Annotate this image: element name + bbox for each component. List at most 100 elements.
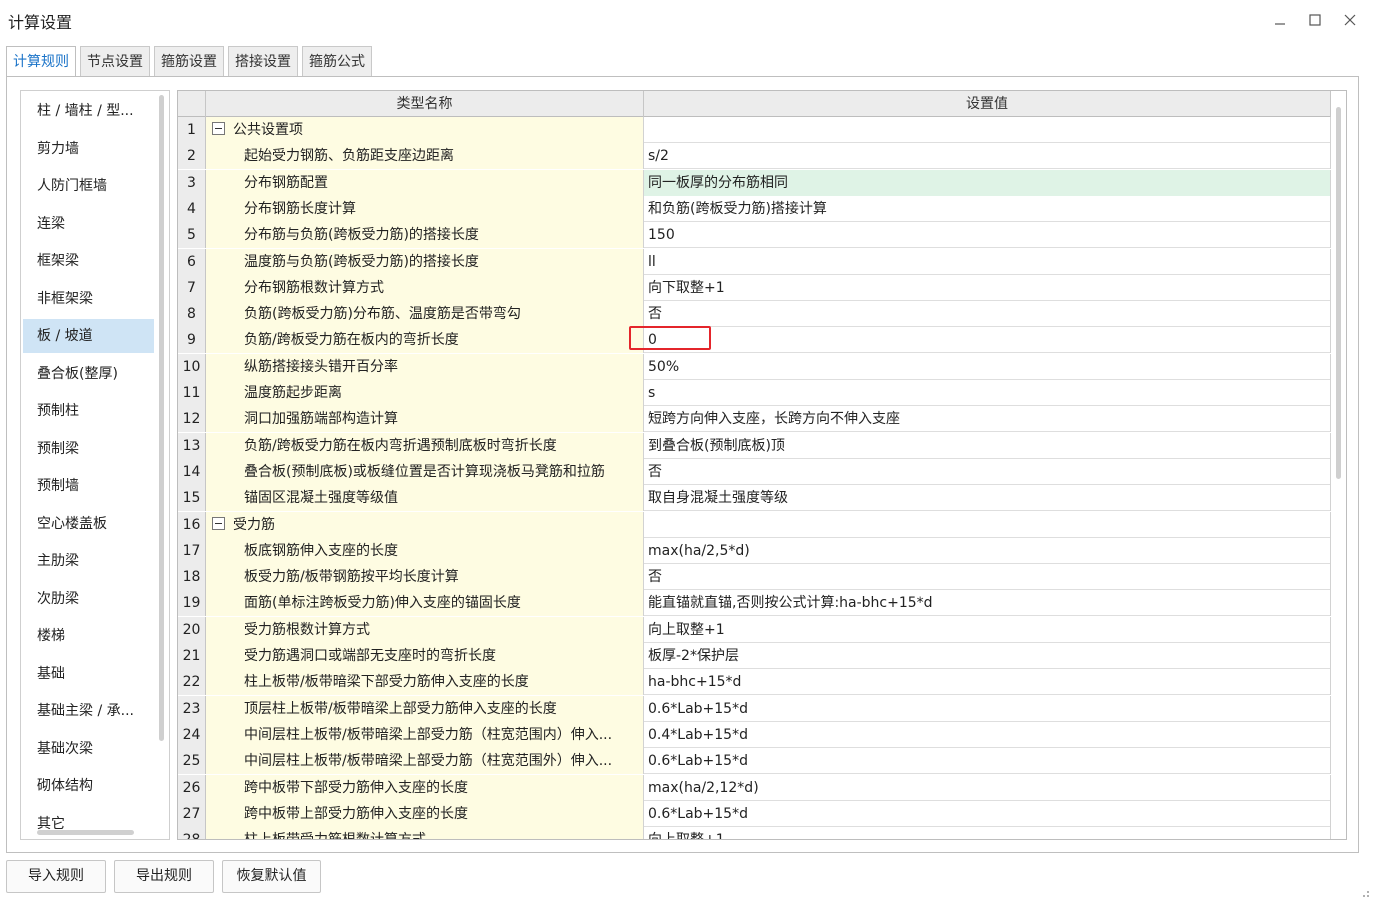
setting-value-cell[interactable]: max(ha/2,5*d) xyxy=(644,537,1331,564)
sidebar-item[interactable]: 楼梯 xyxy=(23,619,154,653)
sidebar-item[interactable]: 柱 / 墙柱 / 型... xyxy=(23,94,154,128)
sidebar-item[interactable]: 预制梁 xyxy=(23,432,154,466)
table-row[interactable]: 10 纵筋搭接接头错开百分率 50% xyxy=(178,353,1331,380)
type-name-text: 面筋(单标注跨板受力筋)伸入支座的锚固长度 xyxy=(244,595,521,612)
table-row[interactable]: 15 锚固区混凝土强度等级值 取自身混凝土强度等级 xyxy=(178,485,1331,512)
setting-value-cell[interactable]: s/2 xyxy=(644,143,1331,170)
table-row[interactable]: 17 板底钢筋伸入支座的长度 max(ha/2,5*d) xyxy=(178,537,1331,564)
sidebar-item[interactable]: 空心楼盖板 xyxy=(23,507,154,541)
table-row[interactable]: 4 分布钢筋长度计算 和负筋(跨板受力筋)搭接计算 xyxy=(178,195,1331,222)
row-number: 20 xyxy=(178,616,206,643)
resize-grip-icon[interactable] xyxy=(1358,886,1370,898)
table-row[interactable]: 5 分布筋与负筋(跨板受力筋)的搭接长度 150 xyxy=(178,222,1331,249)
sidebar-item[interactable]: 人防门框墙 xyxy=(23,169,154,203)
setting-value-cell[interactable]: s xyxy=(644,380,1331,406)
setting-value-cell[interactable]: 0.6*Lab+15*d xyxy=(644,695,1331,722)
table-row[interactable]: 18 板受力筋/板带钢筋按平均长度计算 否 xyxy=(178,564,1331,591)
grid-vertical-scrollbar[interactable] xyxy=(1336,107,1341,479)
setting-value-cell[interactable]: 同一板厚的分布筋相同 xyxy=(644,169,1331,196)
setting-value-cell[interactable]: ha-bhc+15*d xyxy=(644,669,1331,696)
component-list-vertical-scrollbar[interactable] xyxy=(159,95,164,741)
setting-value-cell[interactable]: 0.6*Lab+15*d xyxy=(644,748,1331,775)
setting-value-cell[interactable]: max(ha/2,12*d) xyxy=(644,774,1331,801)
row-number: 27 xyxy=(178,800,206,827)
sidebar-item[interactable]: 基础 xyxy=(23,657,154,691)
setting-value-cell[interactable]: 向上取整+1 xyxy=(644,827,1331,839)
sidebar-item[interactable]: 非框架梁 xyxy=(23,282,154,316)
group-row[interactable]: 1 公共设置项 xyxy=(178,117,1331,143)
sidebar-item[interactable]: 基础主梁 / 承... xyxy=(23,694,154,728)
setting-value-cell[interactable]: 取自身混凝土强度等级 xyxy=(644,485,1331,512)
sidebar-item[interactable]: 基础次梁 xyxy=(23,732,154,766)
table-row[interactable]: 2 起始受力钢筋、负筋距支座边距离 s/2 xyxy=(178,143,1331,170)
collapse-toggle-icon[interactable] xyxy=(212,516,225,530)
sidebar-item[interactable]: 预制柱 xyxy=(23,394,154,428)
setting-value-cell[interactable]: 能直锚就直锚,否则按公式计算:ha-bhc+15*d xyxy=(644,590,1331,617)
export-rules-button[interactable]: 导出规则 xyxy=(114,860,214,893)
table-row[interactable]: 22 柱上板带/板带暗梁下部受力筋伸入支座的长度 ha-bhc+15*d xyxy=(178,669,1331,696)
table-row[interactable]: 14 叠合板(预制底板)或板缝位置是否计算现浇板马凳筋和拉筋 否 xyxy=(178,458,1331,485)
table-row[interactable]: 3 分布钢筋配置 同一板厚的分布筋相同 xyxy=(178,169,1331,196)
header-setting-value[interactable]: 设置值 xyxy=(644,91,1331,117)
sidebar-item[interactable]: 叠合板(整厚) xyxy=(23,357,154,391)
setting-value-cell[interactable]: 0 xyxy=(644,327,1331,354)
type-name-cell: 分布钢筋长度计算 xyxy=(206,195,644,222)
setting-value-cell[interactable]: 向上取整+1 xyxy=(644,616,1331,643)
setting-value-cell[interactable]: 板厚-2*保护层 xyxy=(644,643,1331,669)
setting-value-cell[interactable]: 否 xyxy=(644,458,1331,485)
table-row[interactable]: 12 洞口加强筋端部构造计算 短跨方向伸入支座，长跨方向不伸入支座 xyxy=(178,406,1331,433)
sidebar-item[interactable]: 主肋梁 xyxy=(23,544,154,578)
table-row[interactable]: 23 顶层柱上板带/板带暗梁上部受力筋伸入支座的长度 0.6*Lab+15*d xyxy=(178,695,1331,722)
minimize-icon[interactable] xyxy=(1266,6,1294,34)
table-row[interactable]: 24 中间层柱上板带/板带暗梁上部受力筋（柱宽范围内）伸入... 0.4*Lab+1… xyxy=(178,721,1331,748)
sidebar-item[interactable]: 框架梁 xyxy=(23,244,154,278)
tab-stirrup-formula[interactable]: 箍筋公式 xyxy=(302,46,372,76)
setting-value-cell[interactable]: 0.6*Lab+15*d xyxy=(644,800,1331,827)
table-row[interactable]: 13 负筋/跨板受力筋在板内弯折遇预制底板时弯折长度 到叠合板(预制底板)顶 xyxy=(178,432,1331,459)
collapse-toggle-icon[interactable] xyxy=(212,122,225,135)
table-row[interactable]: 6 温度筋与负筋(跨板受力筋)的搭接长度 ll xyxy=(178,248,1331,275)
component-list-horizontal-scrollbar[interactable] xyxy=(37,830,134,835)
sidebar-item[interactable]: 连梁 xyxy=(23,207,154,241)
sidebar-item[interactable]: 剪力墙 xyxy=(23,132,154,166)
table-row[interactable]: 11 温度筋起步距离 s xyxy=(178,380,1331,406)
sidebar-item[interactable]: 砌体结构 xyxy=(23,769,154,803)
setting-value-cell[interactable]: 150 xyxy=(644,222,1331,249)
tab-calc-rules[interactable]: 计算规则 xyxy=(6,46,76,77)
table-row[interactable]: 8 负筋(跨板受力筋)分布筋、温度筋是否带弯勾 否 xyxy=(178,301,1331,328)
table-row[interactable]: 25 中间层柱上板带/板带暗梁上部受力筋（柱宽范围外）伸入... 0.6*Lab+1… xyxy=(178,748,1331,775)
setting-value-cell[interactable]: 否 xyxy=(644,301,1331,328)
sidebar-item[interactable]: 预制墙 xyxy=(23,469,154,503)
group-row[interactable]: 16 受力筋 xyxy=(178,511,1331,538)
setting-value-cell[interactable]: 否 xyxy=(644,564,1331,591)
setting-value-cell[interactable]: 到叠合板(预制底板)顶 xyxy=(644,432,1331,459)
close-icon[interactable] xyxy=(1336,6,1364,34)
setting-value-cell[interactable]: 短跨方向伸入支座，长跨方向不伸入支座 xyxy=(644,406,1331,433)
header-type-name[interactable]: 类型名称 xyxy=(206,91,644,117)
sidebar-item[interactable]: 板 / 坡道 xyxy=(23,319,154,353)
table-row[interactable]: 7 分布钢筋根数计算方式 向下取整+1 xyxy=(178,274,1331,301)
table-row[interactable]: 20 受力筋根数计算方式 向上取整+1 xyxy=(178,616,1331,643)
table-row[interactable]: 9 负筋/跨板受力筋在板内的弯折长度 0 xyxy=(178,327,1331,354)
setting-value-cell[interactable]: 向下取整+1 xyxy=(644,274,1331,301)
table-row[interactable]: 28 柱上板带受力筋根数计算方式 向上取整+1 xyxy=(178,827,1331,839)
table-row[interactable]: 26 跨中板带下部受力筋伸入支座的长度 max(ha/2,12*d) xyxy=(178,774,1331,801)
setting-value-cell[interactable]: 和负筋(跨板受力筋)搭接计算 xyxy=(644,195,1331,222)
table-row[interactable]: 27 跨中板带上部受力筋伸入支座的长度 0.6*Lab+15*d xyxy=(178,800,1331,827)
table-row[interactable]: 21 受力筋遇洞口或端部无支座时的弯折长度 板厚-2*保护层 xyxy=(178,643,1331,669)
type-name-cell: 分布钢筋配置 xyxy=(206,169,644,196)
setting-value-cell[interactable]: 0.4*Lab+15*d xyxy=(644,721,1331,748)
setting-value-cell[interactable]: ll xyxy=(644,248,1331,275)
restore-defaults-button[interactable]: 恢复默认值 xyxy=(222,860,321,893)
setting-value-cell[interactable] xyxy=(644,511,1331,538)
tab-node-settings[interactable]: 节点设置 xyxy=(80,46,150,76)
tab-stirrup-settings[interactable]: 箍筋设置 xyxy=(154,46,224,76)
tab-lap-settings[interactable]: 搭接设置 xyxy=(228,46,298,76)
type-name-cell: 中间层柱上板带/板带暗梁上部受力筋（柱宽范围内）伸入... xyxy=(206,721,644,748)
table-row[interactable]: 19 面筋(单标注跨板受力筋)伸入支座的锚固长度 能直锚就直锚,否则按公式计算:ha… xyxy=(178,590,1331,617)
import-rules-button[interactable]: 导入规则 xyxy=(6,860,106,893)
setting-value-cell[interactable]: 50% xyxy=(644,353,1331,380)
maximize-icon[interactable] xyxy=(1301,6,1329,34)
setting-value-cell[interactable] xyxy=(644,117,1331,143)
sidebar-item[interactable]: 次肋梁 xyxy=(23,582,154,616)
